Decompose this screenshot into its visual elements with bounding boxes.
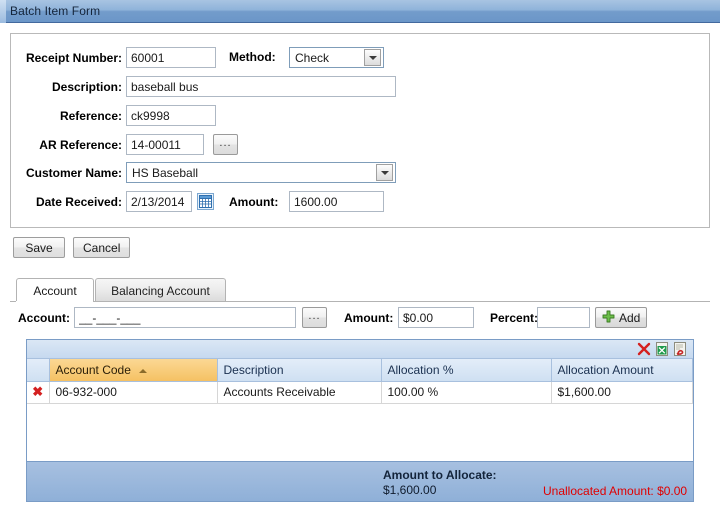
cell-description: Accounts Receivable [217,381,382,404]
description-label: Description: [51,80,122,94]
allocation-percent-input[interactable] [537,307,590,328]
tab-balancing-account-label: Balancing Account [111,283,210,298]
window-title: Batch Item Form [10,4,101,18]
cell-allocation-amount: $1,600.00 [551,381,693,404]
column-header-description[interactable]: Description [217,359,382,382]
tab-account-label: Account [33,283,77,298]
excel-export-icon[interactable] [655,342,669,356]
chevron-down-icon[interactable] [376,164,393,181]
reference-label: Reference: [59,109,122,123]
customer-name-value: HS Baseball [132,165,199,180]
receipt-form-panel: Receipt Number: Method: Check Descriptio… [10,33,710,228]
pdf-export-icon[interactable] [673,342,687,356]
method-value: Check [295,50,330,65]
account-label: Account: [18,311,70,325]
method-label: Method: [229,50,276,64]
form-actions: Save Cancel [13,237,131,258]
cell-allocation-percent: 100.00 % [381,381,552,404]
column-header-select [27,359,50,382]
cell-account-code: 06-932-000 [49,381,218,404]
account-input[interactable] [74,307,296,328]
delete-row-icon[interactable]: ✖ [32,384,43,399]
tab-account[interactable]: Account [16,278,94,302]
description-input[interactable] [126,76,396,97]
amount-input[interactable] [289,191,384,212]
batch-item-form-window: Batch Item Form Receipt Number: Method: … [0,0,720,517]
table-row[interactable]: ✖ 06-932-000 Accounts Receivable 100.00 … [27,381,693,404]
tab-strip: Account Balancing Account [10,278,710,302]
active-tab-notch [16,301,84,302]
receipt-number-input[interactable] [126,47,216,68]
amount-to-allocate-value: $1,600.00 [383,483,437,497]
ar-reference-label: AR Reference: [39,138,122,152]
cancel-button[interactable]: Cancel [73,237,131,258]
table-header-row: Account Code Description Allocation % Al… [27,359,693,382]
calendar-icon[interactable] [197,193,214,210]
allocation-entry-bar: Account: ... Amount: Percent: Add [10,306,710,334]
allocation-amount-input[interactable] [398,307,474,328]
column-header-account-code-label: Account Code [55,362,131,377]
title-bar-left-cap [0,0,6,23]
tab-underline [10,301,710,302]
column-header-description-label: Description [223,362,284,377]
reference-input[interactable] [126,105,216,126]
amount-label: Amount: [229,195,279,209]
grid-toolbar [27,340,693,359]
column-header-allocation-amount-label: Allocation Amount [557,362,654,377]
customer-name-dropdown[interactable]: HS Baseball [126,162,396,183]
plus-icon [602,310,615,326]
method-dropdown[interactable]: Check [289,47,384,68]
delete-rows-icon[interactable] [637,342,651,356]
date-received-label: Date Received: [35,195,122,209]
column-header-account-code[interactable]: Account Code [49,359,218,382]
date-received-input[interactable] [126,191,192,212]
add-allocation-button[interactable]: Add [595,307,648,328]
amount-to-allocate-label: Amount to Allocate: [383,468,497,482]
window-title-bar: Batch Item Form [0,0,720,23]
chevron-down-icon[interactable] [364,49,381,66]
column-header-allocation-amount[interactable]: Allocation Amount [551,359,693,382]
allocation-percent-label: Percent: [490,311,539,325]
allocation-grid: Account Code Description Allocation % Al… [26,339,694,502]
column-header-allocation-percent-label: Allocation % [387,362,454,377]
allocation-table: Account Code Description Allocation % Al… [27,359,693,404]
row-delete-cell[interactable]: ✖ [27,381,50,404]
ar-reference-browse-button[interactable]: ... [213,134,238,155]
unallocated-amount-text: Unallocated Amount: $0.00 [543,484,688,498]
column-header-allocation-percent[interactable]: Allocation % [381,359,552,382]
allocation-amount-label: Amount: [344,311,394,325]
ar-reference-input[interactable] [126,134,204,155]
save-button[interactable]: Save [13,237,65,258]
grid-footer: Amount to Allocate: $1,600.00 Unallocate… [27,461,693,501]
amount-to-allocate: Amount to Allocate: $1,600.00 [383,468,497,498]
add-allocation-label: Add [619,310,641,325]
tab-balancing-account[interactable]: Balancing Account [95,278,226,302]
account-browse-button[interactable]: ... [302,307,327,328]
sort-ascending-icon [139,368,148,373]
customer-name-label: Customer Name: [25,166,122,180]
receipt-number-label: Receipt Number: [25,51,122,65]
